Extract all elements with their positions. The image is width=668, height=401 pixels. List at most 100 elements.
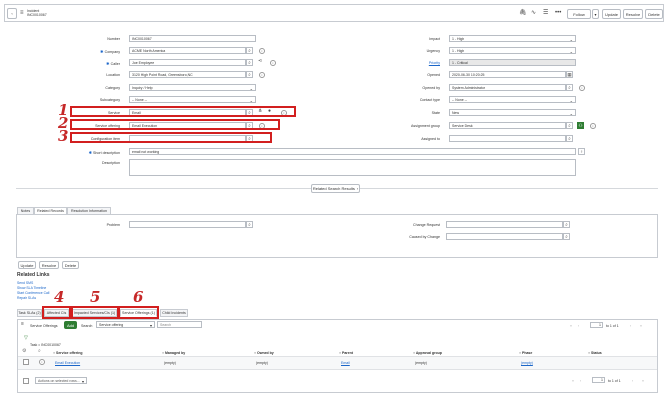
share-icon[interactable]: ⋖ [258,59,262,64]
number-field[interactable]: INC0010067 [129,35,256,42]
update-button[interactable]: Update [602,9,621,19]
impact-label: Impact [429,37,440,41]
list-menu-icon[interactable]: ≡ [21,322,24,327]
state-label: State [431,111,440,115]
opened-field[interactable]: 2020-06-30 10:20:25 [449,71,566,78]
next-page-icon[interactable]: › [632,379,633,383]
link-show-sla-timeline[interactable]: Show SLA Timeline [17,286,46,290]
link-start-conference-call[interactable]: Start Conference Call [17,291,49,295]
bottom-delete-button[interactable]: Delete [62,261,79,269]
location-field[interactable]: 3120 High Point Road, Greensboro,NC [129,71,246,78]
activity-icon[interactable]: ∿ [531,10,536,16]
follow-dropdown-button[interactable]: ▾ [592,9,599,19]
change-request-search-icon[interactable]: ⌕ [563,221,570,228]
caller-field[interactable]: Joe Employee [129,59,246,66]
opened-by-search-icon[interactable]: ⌕ [566,84,573,91]
tab-task-slas[interactable]: Task SLAs (2) [17,309,42,317]
list-actions-select[interactable]: Actions on selected rows... ▾ [35,377,87,384]
column-header[interactable]: ≡ Parent [339,351,353,355]
search-field-select[interactable]: Service offering ▾ [96,321,155,328]
column-header[interactable]: ≡ Managed by [162,351,185,355]
contact-type-select[interactable]: -- None -- ⌄ [449,96,576,103]
follow-button[interactable]: Follow [567,9,591,19]
column-header[interactable]: ≡ Owned by [254,351,274,355]
more-options-icon[interactable]: ••• [555,10,561,16]
page-input[interactable]: 1 [590,322,603,328]
column-search-icon[interactable]: ⌕ [38,349,41,354]
filter-icon[interactable]: ▽ [24,336,28,341]
bottom-page-input[interactable]: 1 [592,377,605,383]
problem-search-icon[interactable]: ⌕ [246,221,253,228]
settings-sliders-icon[interactable]: ☰ [543,10,548,16]
caused-by-change-field[interactable] [446,233,563,240]
prev-page-icon[interactable]: ‹ [580,379,581,383]
opened-by-info-icon[interactable]: i [579,84,585,91]
suggestion-icon[interactable]: ♀ [578,148,585,155]
category-select[interactable]: Inquiry / Help ⌄ [129,84,256,91]
company-field[interactable]: ACME North America [129,47,246,54]
list-new-button[interactable]: Add [64,321,77,329]
assigned-to-field[interactable] [449,135,566,142]
assignment-group-field[interactable]: Service Desk [449,122,566,129]
tab-child-incidents[interactable]: Child Incidents [160,309,188,317]
opened-by-field[interactable]: System Administrator [449,84,566,91]
location-info-icon[interactable]: i [259,71,265,78]
last-page-icon[interactable]: » [640,324,642,328]
assignment-group-info-icon[interactable]: i [590,122,596,129]
row-preview-icon[interactable]: i [39,359,45,365]
caused-by-change-search-icon[interactable]: ⌕ [563,233,570,240]
bottom-resolve-button[interactable]: Resolve [39,261,59,269]
cell-phase[interactable]: (empty) [521,361,533,365]
company-info-icon[interactable]: i [259,47,265,54]
column-header[interactable]: ≡ Status [588,351,602,355]
list-search-input[interactable]: Search [157,321,202,328]
row-checkbox[interactable] [23,359,29,365]
short-description-label: ✱ Short description [88,150,120,155]
description-field[interactable] [129,159,576,176]
caller-search-icon[interactable]: ⌕ [246,59,253,66]
assignment-group-search-icon[interactable]: ⌕ [566,122,573,129]
priority-label[interactable]: Priority [380,61,440,65]
short-description-field[interactable]: email not working [129,148,576,155]
related-search-results-button[interactable]: Related Search Results › [311,184,360,193]
column-header[interactable]: ≡ Approval group [413,351,442,355]
column-header[interactable]: ≡ Phase [519,351,532,355]
location-search-icon[interactable]: ⌕ [246,71,253,78]
first-page-icon[interactable]: « [570,324,572,328]
list-settings-icon[interactable]: ⚙ [22,349,26,354]
prev-page-icon[interactable]: ‹ [578,324,579,328]
annotation-box-2 [70,119,280,130]
caller-info-icon[interactable]: i [270,59,276,66]
page-range: to 1 of 1 [606,324,619,328]
column-header[interactable]: ≡ Service offering [53,351,82,355]
annotation-4: 4 [54,288,65,306]
company-search-icon[interactable]: ⌕ [246,47,253,54]
number-label: Number [107,37,120,41]
state-select[interactable]: New ⌄ [449,109,576,116]
select-all-checkbox[interactable] [23,378,29,384]
impact-select[interactable]: 1 - High ⌄ [449,35,576,42]
last-page-icon[interactable]: » [642,379,644,383]
link-send-sms[interactable]: Send SMS [17,281,33,285]
bottom-update-button[interactable]: Update [18,261,36,269]
link-repair-slas[interactable]: Repair SLAs [17,296,36,300]
assigned-to-search-icon[interactable]: ⌕ [566,135,573,142]
urgency-select[interactable]: 1 - High ⌄ [449,47,576,54]
calendar-icon[interactable]: ▦ [566,71,573,78]
change-request-field[interactable] [446,221,563,228]
problem-field[interactable] [129,221,246,228]
people-icon[interactable]: ⚇ [577,122,584,129]
back-button[interactable]: ‹ [7,8,17,19]
chevron-down-icon: ⌄ [569,49,573,54]
cell-service-offering[interactable]: Email Execution [55,361,80,365]
resolve-button[interactable]: Resolve [623,9,643,19]
subcategory-select[interactable]: -- None -- ⌄ [129,96,256,103]
breadcrumb[interactable]: Task = INC0010067 [30,343,61,347]
cell-parent[interactable]: Email [341,361,350,365]
next-page-icon[interactable]: › [630,324,631,328]
hamburger-menu-icon[interactable]: ≡ [20,10,24,16]
attachment-icon[interactable]: 🖇 [519,10,527,16]
delete-button[interactable]: Delete [645,9,663,19]
table-row [18,356,657,370]
first-page-icon[interactable]: « [572,379,574,383]
